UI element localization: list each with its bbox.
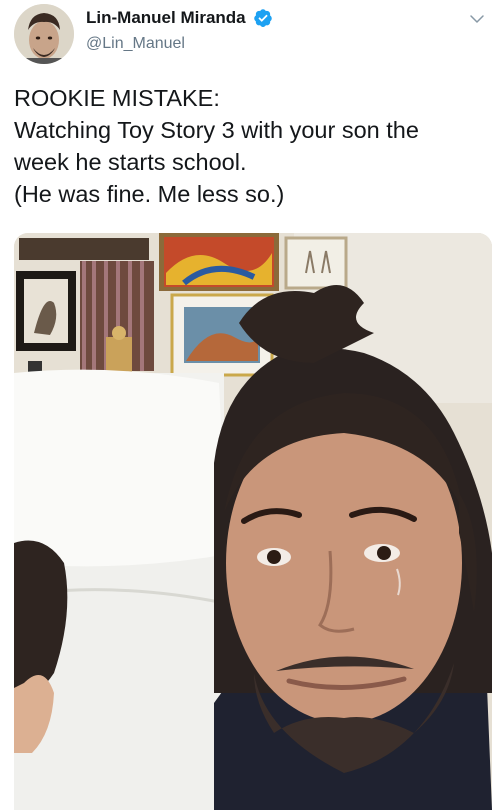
avatar[interactable]: [14, 4, 74, 64]
tweet-text-line: Watching Toy Story 3 with your son the: [14, 117, 419, 143]
user-names: Lin-Manuel Miranda @Lin_Manuel: [86, 8, 273, 53]
tweet: Lin-Manuel Miranda @Lin_Manuel ROOKIE MI…: [0, 0, 500, 810]
tweet-text-line: week he starts school.: [14, 149, 247, 175]
verified-badge-icon: [254, 9, 272, 27]
tweet-text-line: ROOKIE MISTAKE:: [14, 85, 220, 111]
user-handle[interactable]: @Lin_Manuel: [86, 35, 273, 53]
tweet-text-line: (He was fine. Me less so.): [14, 181, 285, 207]
avatar-photo: [14, 4, 74, 64]
selfie-photo: [14, 233, 492, 810]
display-name[interactable]: Lin-Manuel Miranda: [86, 8, 246, 28]
tweet-header: Lin-Manuel Miranda @Lin_Manuel: [14, 4, 486, 66]
tweet-photo[interactable]: [14, 233, 492, 810]
chevron-down-icon[interactable]: [468, 10, 486, 28]
tweet-text: ROOKIE MISTAKE: Watching Toy Story 3 wit…: [14, 82, 486, 210]
